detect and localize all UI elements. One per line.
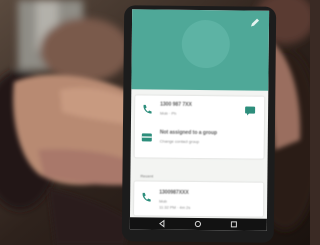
phone-icon [143,104,152,114]
back-icon[interactable] [158,219,166,228]
message-icon[interactable] [244,104,256,116]
phone-row[interactable]: 1300 987 7XX Mob · Ph [135,97,264,124]
phone-screen: 1300 987 7XX Mob · Ph Not assigned to a … [129,9,270,231]
group-text: Not assigned to a group [159,129,218,137]
contact-info-card: 1300 987 7XX Mob · Ph Not assigned to a … [134,95,265,159]
recent-number: 1300987XXX [159,189,189,196]
contact-avatar [181,19,231,69]
recent-type: Mob [159,198,167,204]
home-icon[interactable] [194,220,202,228]
recent-call-card: 1300987XXX Mob 11:32 PM · 4m 2s [133,181,264,217]
recent-call-row[interactable]: 1300987XXX Mob 11:32 PM · 4m 2s [134,185,263,212]
android-nav-bar [129,217,267,231]
contact-header [131,9,270,91]
phone-number: 1300 987 7XX [160,101,192,108]
recent-timestamp: 11:32 PM · 4m 2s [159,204,191,210]
edit-icon[interactable] [249,17,261,29]
recent-section-label: Recent [140,173,154,179]
phone-type: Mob · Ph [160,110,177,116]
group-icon [141,133,152,142]
recents-icon[interactable] [230,220,238,228]
phone-icon [142,192,151,202]
group-subtext: Change contact group [159,138,200,144]
group-row[interactable]: Not assigned to a group Change contact g… [135,125,264,152]
